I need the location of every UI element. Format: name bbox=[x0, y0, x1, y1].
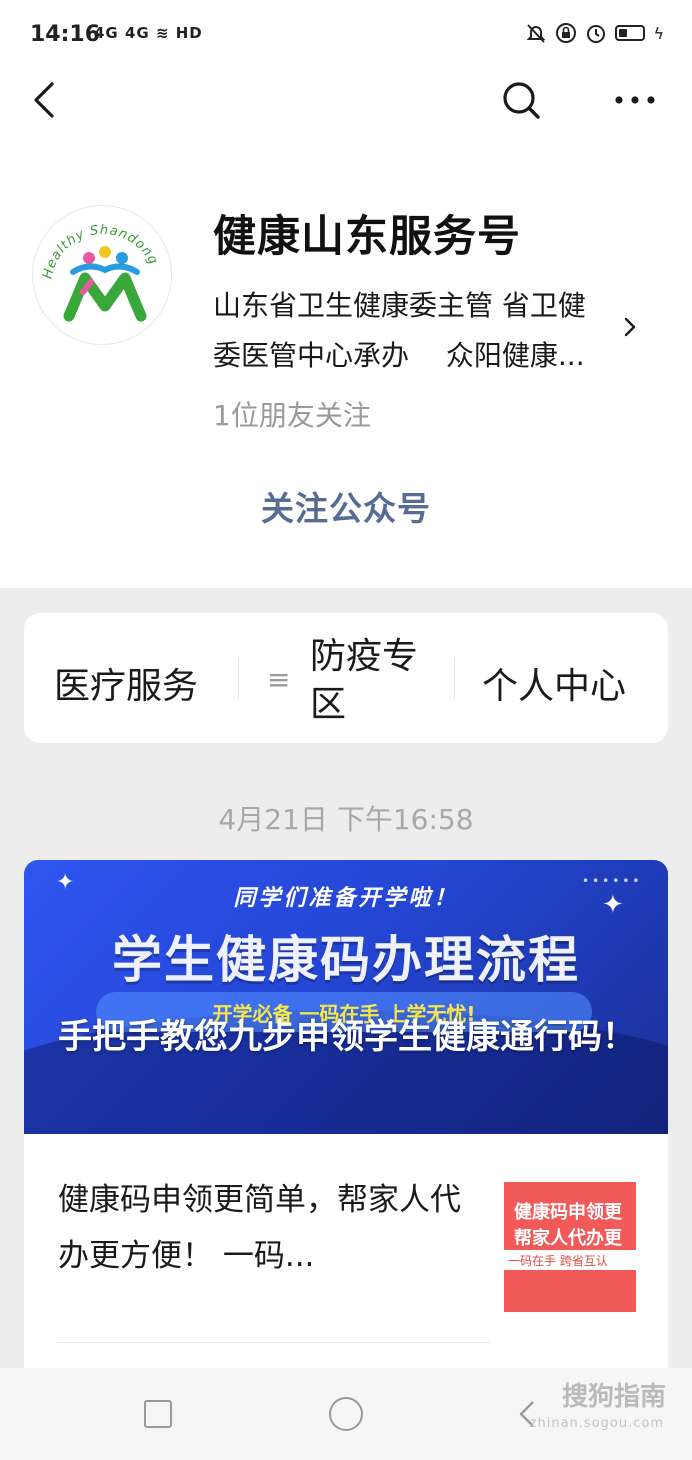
sub-article-thumbnail[interactable]: 健康码申领更 帮家人代办更 一码在手 跨省互认 bbox=[504, 1182, 636, 1312]
search-icon bbox=[503, 82, 540, 119]
thumb-line2: 帮家人代办更 bbox=[514, 1228, 622, 1249]
search-button[interactable] bbox=[500, 78, 542, 122]
menu-item-personal-center[interactable]: 个人中心 bbox=[482, 657, 626, 709]
menu-item-epidemic-zone-line2: 区 bbox=[310, 684, 347, 725]
chevron-right-icon[interactable] bbox=[620, 312, 640, 342]
article-banner[interactable]: ✦ ✦ •••••• 同学们准备开学啦！ 学生健康码办理流程 开学必备 一码在手… bbox=[24, 860, 668, 1134]
watermark-url: zhinan.sogou.com bbox=[529, 1416, 664, 1431]
follow-button[interactable]: 关注公众号 bbox=[0, 482, 692, 530]
charging-icon: ϟ bbox=[653, 23, 664, 43]
account-name: 健康山东服务号 bbox=[213, 212, 521, 262]
more-button[interactable] bbox=[610, 82, 660, 118]
thumb-caption: 一码在手 跨省互认 bbox=[508, 1254, 608, 1268]
account-description-line1[interactable]: 山东省卫生健康委主管 省卫健 bbox=[213, 284, 586, 324]
network-indicators: 4G 4G ≋ HD bbox=[94, 24, 203, 42]
article-title[interactable]: 手把手教您九步申领学生健康通行码！ bbox=[58, 1012, 648, 1062]
alarm-icon bbox=[587, 25, 606, 43]
status-icons: ϟ bbox=[525, 22, 664, 44]
battery-icon bbox=[615, 25, 646, 41]
thumb-line1: 健康码申领更 bbox=[514, 1202, 622, 1223]
menu-divider bbox=[454, 658, 455, 700]
menu-divider bbox=[238, 658, 239, 700]
article-divider bbox=[58, 1342, 490, 1343]
menu-item-epidemic-zone[interactable]: 防疫专 区 bbox=[310, 633, 418, 729]
bell-off-icon bbox=[527, 24, 546, 43]
account-description-line2[interactable]: 委医管中心承办 众阳健康... bbox=[213, 334, 585, 374]
recent-apps-button[interactable] bbox=[144, 1400, 172, 1428]
status-time: 14:16 bbox=[30, 22, 101, 47]
lock-rotation-icon bbox=[556, 23, 577, 43]
menu-item-epidemic-zone-line1: 防疫专 bbox=[310, 636, 419, 677]
back-button[interactable] bbox=[24, 78, 64, 122]
watermark-brand: 搜狗指南 bbox=[561, 1382, 666, 1412]
friends-following-count: 1位朋友关注 bbox=[213, 399, 371, 432]
banner-subtitle: 同学们准备开学啦！ bbox=[233, 886, 459, 911]
menu-item-medical-service[interactable]: 医疗服务 bbox=[54, 657, 198, 709]
account-avatar[interactable]: Healthy Shandong bbox=[32, 205, 172, 345]
account-menu: 医疗服务 ≡ 防疫专 区 个人中心 bbox=[24, 613, 668, 743]
more-icon bbox=[615, 96, 655, 104]
back-arrow-icon bbox=[34, 82, 54, 118]
banner-heading: 学生健康码办理流程 bbox=[112, 931, 580, 989]
article-card[interactable]: ✦ ✦ •••••• 同学们准备开学啦！ 学生健康码办理流程 开学必备 一码在手… bbox=[24, 860, 668, 1380]
healthy-shandong-logo-icon: Healthy Shandong bbox=[40, 223, 160, 322]
home-button[interactable] bbox=[329, 1397, 363, 1431]
sub-article-title[interactable]: 健康码申领更简单，帮家人代办更方便！ 一码... bbox=[58, 1172, 468, 1284]
submenu-list-icon: ≡ bbox=[267, 663, 291, 696]
message-timestamp: 4月21日 下午16:58 bbox=[218, 803, 474, 836]
